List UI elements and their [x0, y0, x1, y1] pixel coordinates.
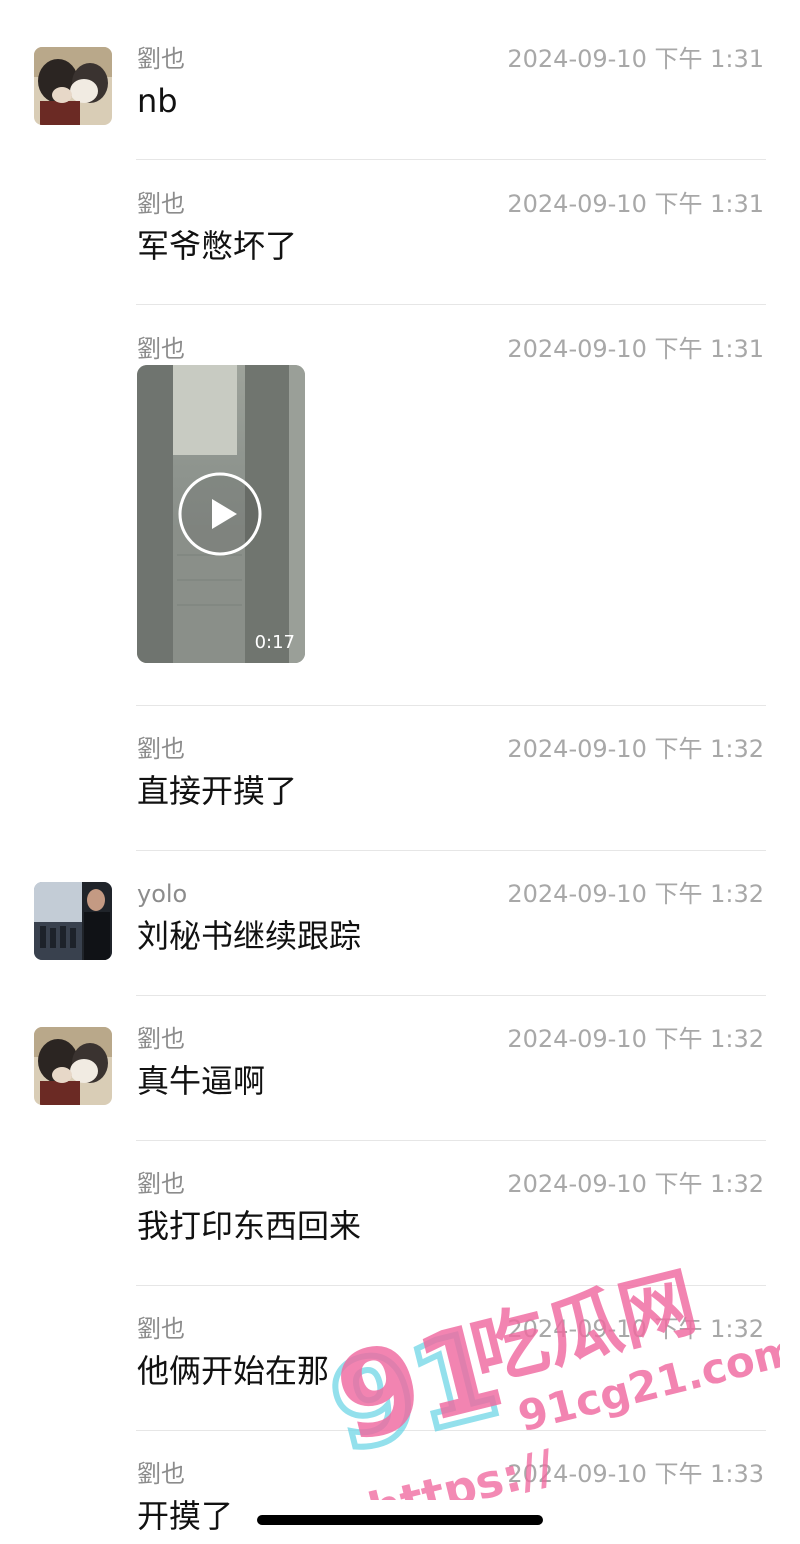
- play-icon[interactable]: [178, 472, 262, 556]
- message-text[interactable]: 军爷憋坏了: [137, 226, 297, 266]
- message-text[interactable]: 开摸了: [137, 1496, 233, 1536]
- message-time: 2024-09-10 下午 1:32: [507, 735, 764, 763]
- sender-name: 劉也: [137, 1315, 185, 1343]
- sender-name: 劉也: [137, 1025, 185, 1053]
- sender-name: 劉也: [137, 1460, 185, 1488]
- sender-name: 劉也: [137, 1170, 185, 1198]
- video-duration: 0:17: [254, 632, 295, 653]
- message-text[interactable]: 刘秘书继续跟踪: [137, 916, 361, 956]
- avatar-cat[interactable]: [34, 47, 112, 125]
- message-time: 2024-09-10 下午 1:32: [507, 1170, 764, 1198]
- video-message[interactable]: 0:17: [137, 365, 305, 663]
- message-divider: [136, 850, 766, 851]
- avatar-cat[interactable]: [34, 1027, 112, 1105]
- message-time: 2024-09-10 下午 1:32: [507, 1025, 764, 1053]
- message-text[interactable]: 他俩开始在那: [137, 1351, 329, 1391]
- message-divider: [136, 705, 766, 706]
- message-divider: [136, 995, 766, 996]
- avatar-person[interactable]: [34, 882, 112, 960]
- message-time: 2024-09-10 下午 1:31: [507, 335, 764, 363]
- sender-name: 劉也: [137, 190, 185, 218]
- message-divider: [136, 304, 766, 305]
- message-time: 2024-09-10 下午 1:31: [507, 190, 764, 218]
- home-indicator[interactable]: [257, 1515, 543, 1525]
- sender-name: 劉也: [137, 45, 185, 73]
- message-divider: [136, 1430, 766, 1431]
- sender-name: 劉也: [137, 735, 185, 763]
- message-divider: [136, 159, 766, 160]
- message-text[interactable]: 真牛逼啊: [137, 1061, 265, 1101]
- message-time: 2024-09-10 下午 1:32: [507, 1315, 764, 1343]
- message-divider: [136, 1285, 766, 1286]
- message-divider: [136, 1140, 766, 1141]
- message-time: 2024-09-10 下午 1:32: [507, 880, 764, 908]
- sender-name: yolo: [137, 880, 188, 908]
- sender-name: 劉也: [137, 335, 185, 363]
- message-text[interactable]: 我打印东西回来: [137, 1206, 361, 1246]
- message-time: 2024-09-10 下午 1:31: [507, 45, 764, 73]
- message-text[interactable]: 直接开摸了: [137, 771, 297, 811]
- message-time: 2024-09-10 下午 1:33: [507, 1460, 764, 1488]
- watermark-number: 91: [330, 1295, 516, 1469]
- watermark-number-shadow: 91: [330, 1305, 510, 1479]
- message-text[interactable]: nb: [137, 81, 178, 121]
